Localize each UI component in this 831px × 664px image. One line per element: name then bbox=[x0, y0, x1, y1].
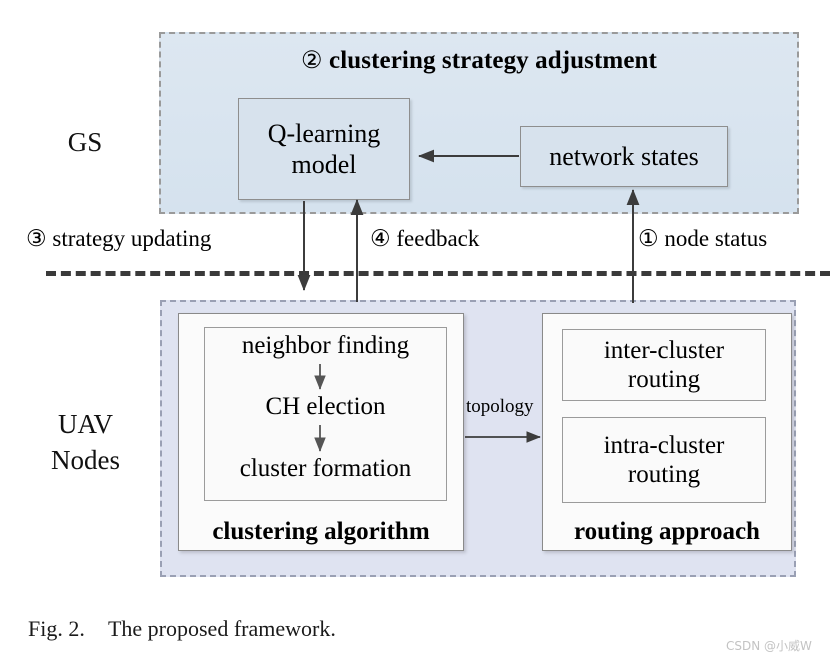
uav-nodes-side-label: UAV Nodes bbox=[51, 409, 120, 475]
figure-caption: Fig. 2. The proposed framework. bbox=[28, 616, 336, 642]
figure-container: ② clustering strategy adjustment Q-learn… bbox=[0, 0, 831, 664]
clustering-steps-box: neighbor finding CH election cluster for… bbox=[204, 327, 447, 501]
network-states-box[interactable]: network states bbox=[520, 126, 728, 187]
step-cluster-formation: cluster formation bbox=[239, 455, 412, 482]
step-neighbor-finding: neighbor finding bbox=[241, 332, 410, 359]
gs-side-label: GS bbox=[67, 127, 103, 157]
node-status-label: ① node status bbox=[638, 226, 768, 251]
topology-label: topology bbox=[466, 396, 534, 417]
intra-cluster-routing-box[interactable]: intra-cluster routing bbox=[562, 417, 766, 503]
gs-panel-title: ② clustering strategy adjustment bbox=[161, 46, 797, 75]
step-ch-election: CH election bbox=[265, 393, 386, 420]
gs-title-number: ② bbox=[301, 48, 323, 74]
feedback-label: ④ feedback bbox=[370, 226, 480, 251]
figure-caption-label: Fig. 2. bbox=[28, 616, 85, 641]
gs-uav-divider bbox=[46, 271, 830, 276]
clustering-algorithm-title: clustering algorithm bbox=[212, 518, 430, 545]
strategy-updating-label: ③ strategy updating bbox=[26, 226, 212, 251]
inter-cluster-routing-label: inter-cluster routing bbox=[603, 337, 725, 393]
routing-approach-title: routing approach bbox=[574, 518, 760, 545]
watermark: CSDN @小威W bbox=[726, 639, 812, 653]
q-learning-model-box[interactable]: Q-learning model bbox=[238, 98, 410, 200]
intra-cluster-routing-label: intra-cluster routing bbox=[603, 432, 725, 488]
inter-cluster-routing-box[interactable]: inter-cluster routing bbox=[562, 329, 766, 401]
figure-caption-text: The proposed framework. bbox=[107, 616, 336, 641]
q-learning-model-label: Q-learning model bbox=[267, 119, 381, 179]
gs-title-text: clustering strategy adjustment bbox=[329, 47, 657, 74]
network-states-label: network states bbox=[549, 142, 699, 171]
